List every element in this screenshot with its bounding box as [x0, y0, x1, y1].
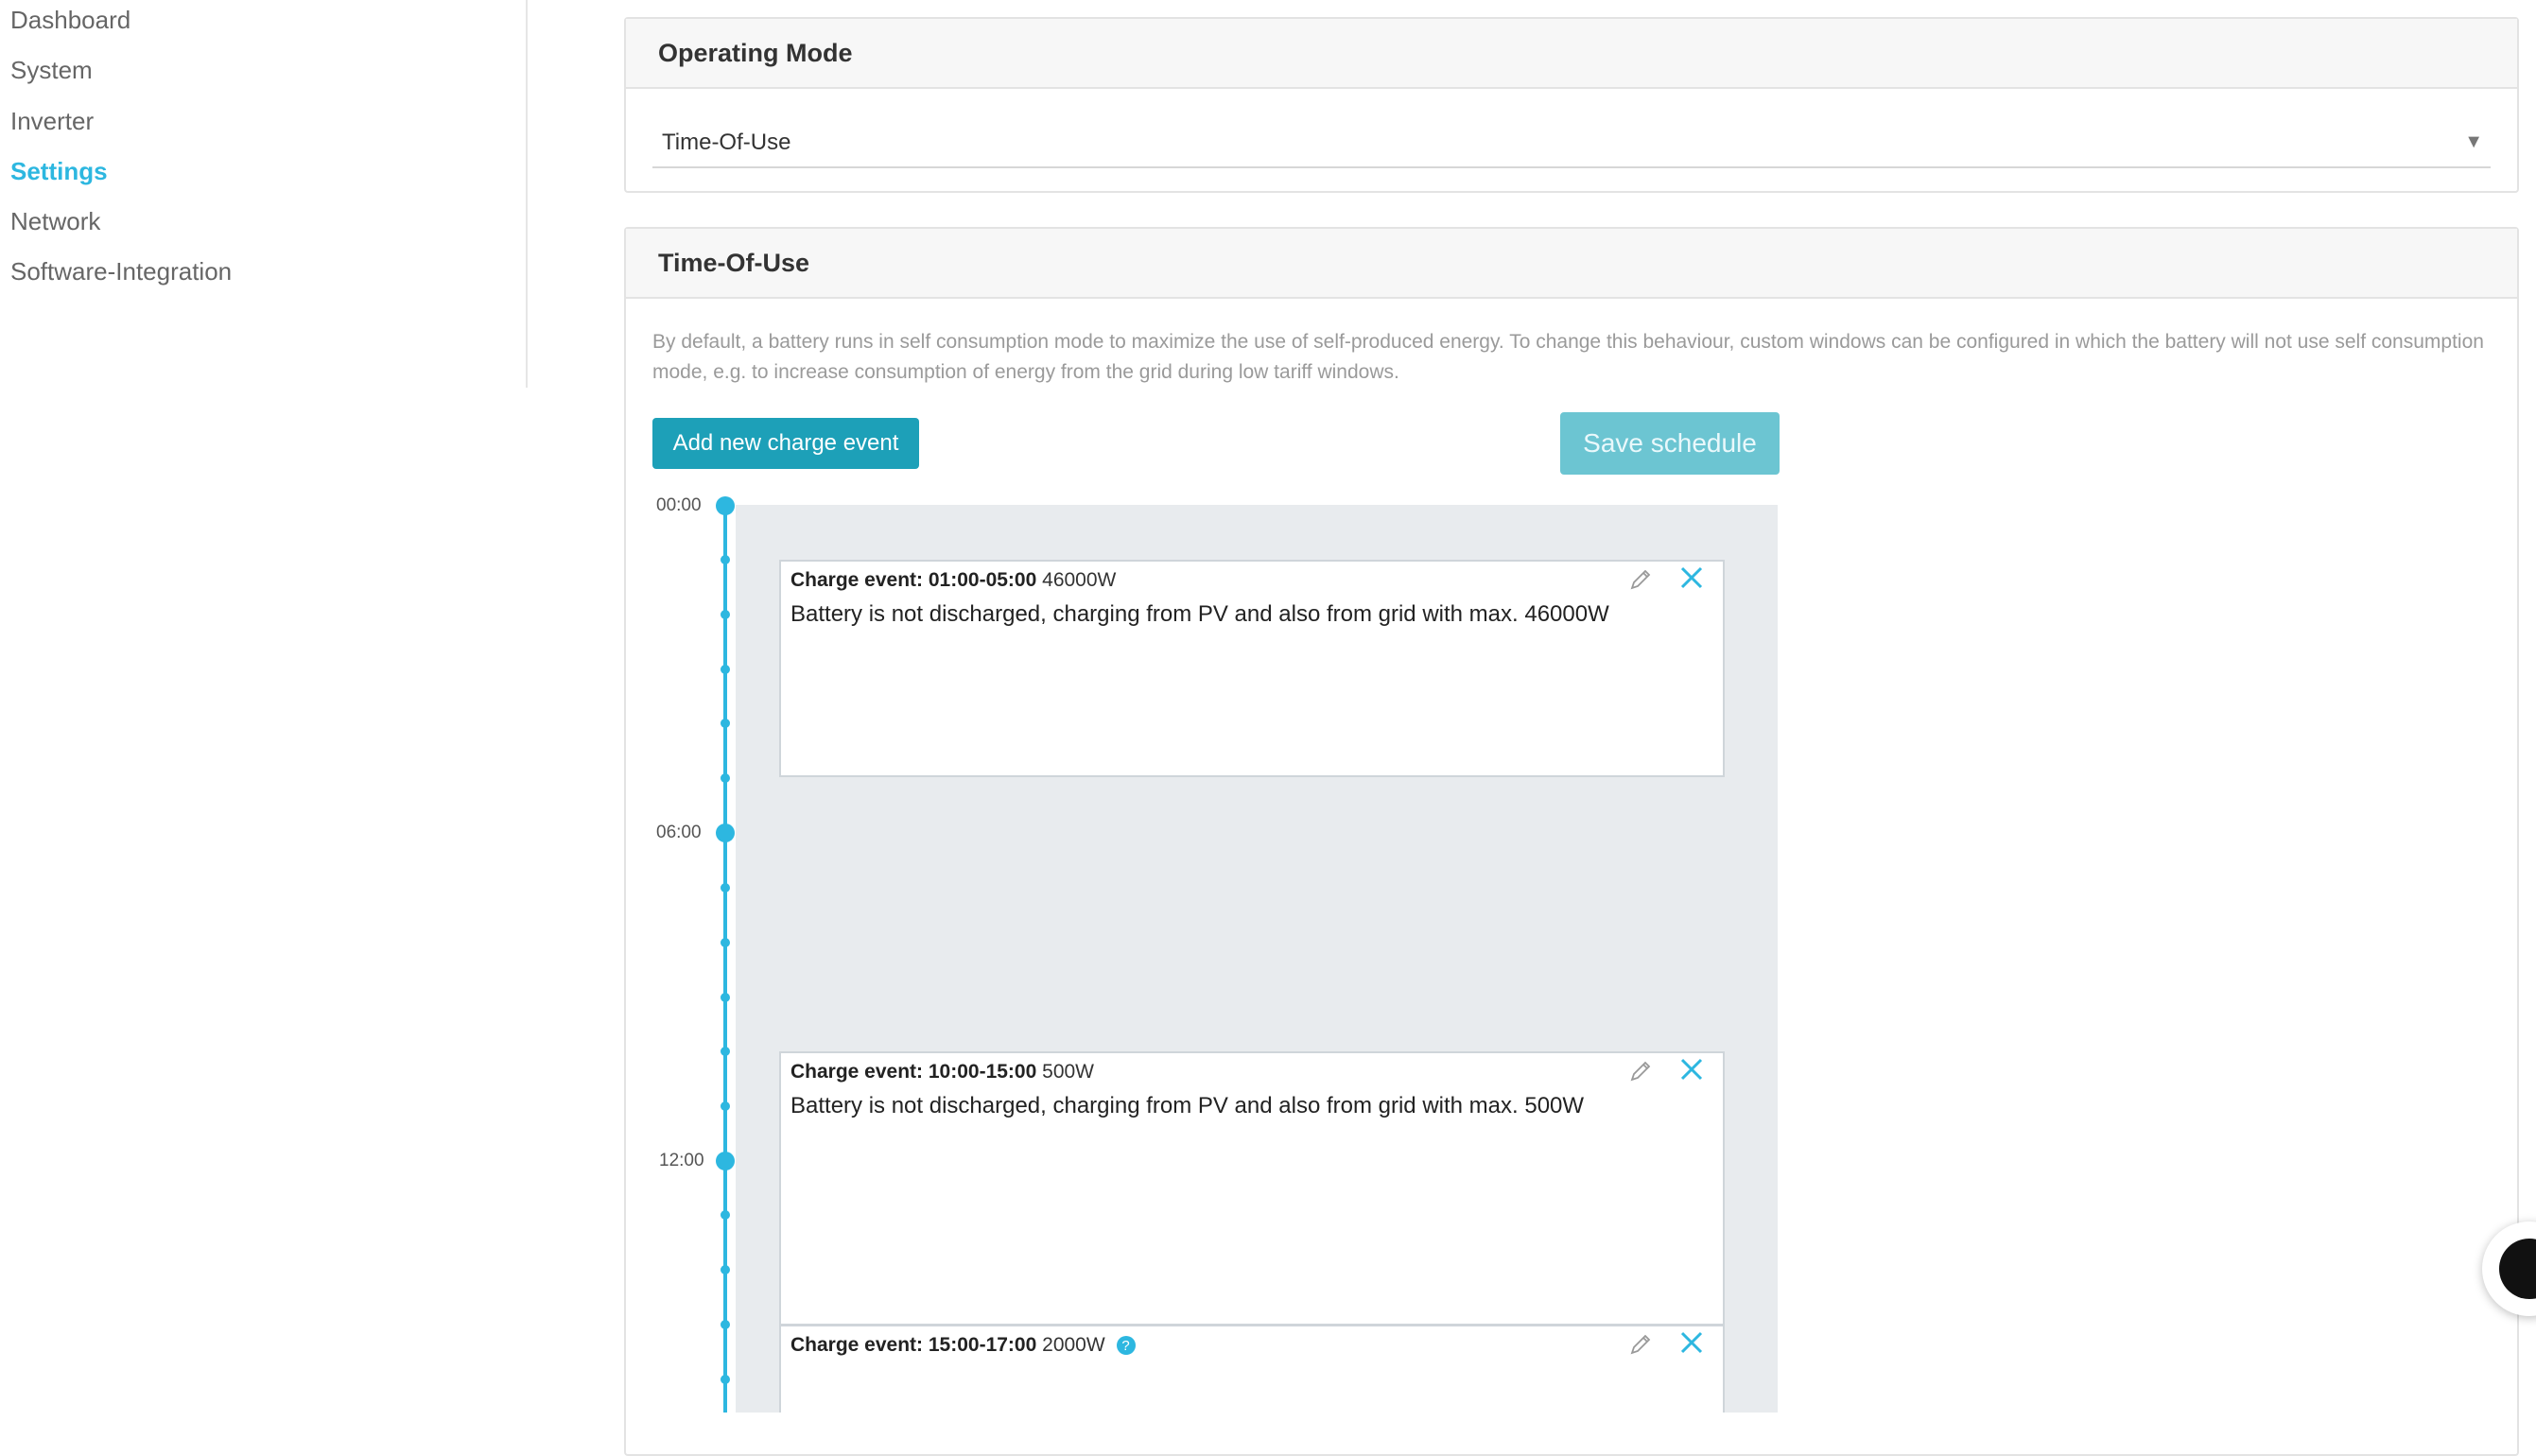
- sidebar-item-settings[interactable]: Settings: [10, 157, 108, 186]
- sidebar-item-software-integration[interactable]: Software-Integration: [10, 257, 232, 286]
- sidebar-item-dashboard[interactable]: Dashboard: [10, 6, 130, 35]
- add-charge-event-button[interactable]: Add new charge event: [652, 418, 919, 469]
- operating-mode-title: Operating Mode: [626, 19, 2517, 89]
- close-icon[interactable]: [1677, 1055, 1706, 1083]
- timeline-tick: [721, 773, 730, 783]
- timeline-tick: [721, 883, 730, 893]
- sidebar-item-network[interactable]: Network: [10, 207, 100, 236]
- timeline-track: [723, 505, 727, 1413]
- pencil-icon[interactable]: [1626, 1057, 1655, 1085]
- charge-event-power: 2000W: [1042, 1334, 1105, 1356]
- timeline-tick: [721, 1101, 730, 1111]
- help-icon[interactable]: ?: [1116, 1336, 1136, 1356]
- timeline-hour-marker: [716, 496, 735, 515]
- timeline-tick: [721, 665, 730, 674]
- timeline-label-1200: 12:00: [659, 1151, 704, 1170]
- timeline-tick: [721, 719, 730, 728]
- timeline-tick: [721, 1047, 730, 1056]
- operating-mode-select[interactable]: Time-Of-Use ▼: [652, 119, 2491, 168]
- charge-event-power: 46000W: [1042, 569, 1117, 591]
- timeline-tick: [721, 993, 730, 1002]
- chat-icon: [2499, 1239, 2536, 1299]
- charge-event-card[interactable]: Charge event: 10:00-15:00 500W Battery i…: [779, 1051, 1725, 1326]
- charge-event-title: Charge event: 01:00-05:00: [790, 569, 1037, 591]
- timeline-tick: [721, 1265, 730, 1274]
- sidebar: Dashboard System Inverter Settings Netwo…: [0, 0, 528, 388]
- pencil-icon[interactable]: [1626, 1330, 1655, 1359]
- time-of-use-description: By default, a battery runs in self consu…: [652, 331, 2484, 383]
- sidebar-item-system[interactable]: System: [10, 56, 93, 85]
- charge-event-title: Charge event: 15:00-17:00: [790, 1334, 1037, 1356]
- timeline-label-0000: 00:00: [656, 495, 702, 515]
- chevron-down-icon: ▼: [2464, 131, 2483, 152]
- timeline-hour-marker: [716, 1152, 735, 1170]
- timeline-tick: [721, 1210, 730, 1220]
- save-schedule-button[interactable]: Save schedule: [1560, 412, 1780, 475]
- timeline-tick: [721, 555, 730, 564]
- charge-event-card[interactable]: Charge event: 15:00-17:00 2000W ?: [779, 1325, 1725, 1413]
- pencil-icon[interactable]: [1626, 565, 1655, 594]
- charge-event-description: Battery is not discharged, charging from…: [790, 1093, 1585, 1118]
- time-of-use-title: Time-Of-Use: [626, 229, 2517, 299]
- sidebar-item-inverter[interactable]: Inverter: [10, 107, 94, 136]
- close-icon[interactable]: [1677, 563, 1706, 592]
- charge-event-card[interactable]: Charge event: 01:00-05:00 46000W Battery…: [779, 560, 1725, 777]
- timeline-label-0600: 06:00: [656, 823, 702, 842]
- charge-event-description: Battery is not discharged, charging from…: [790, 601, 1609, 627]
- timeline-tick: [721, 610, 730, 619]
- timeline-tick: [721, 1320, 730, 1329]
- timeline-hour-marker: [716, 823, 735, 842]
- charge-event-header: Charge event: 15:00-17:00 2000W ?: [790, 1334, 1136, 1357]
- close-icon[interactable]: [1677, 1328, 1706, 1357]
- operating-mode-selected-value: Time-Of-Use: [662, 130, 791, 155]
- charge-event-header: Charge event: 01:00-05:00 46000W: [790, 569, 1116, 592]
- charge-event-title: Charge event: 10:00-15:00: [790, 1061, 1037, 1083]
- charge-event-power: 500W: [1042, 1061, 1094, 1083]
- timeline-tick: [721, 938, 730, 947]
- operating-mode-card: Operating Mode Time-Of-Use ▼: [624, 17, 2519, 193]
- timeline-tick: [721, 1375, 730, 1384]
- charge-event-header: Charge event: 10:00-15:00 500W: [790, 1061, 1094, 1083]
